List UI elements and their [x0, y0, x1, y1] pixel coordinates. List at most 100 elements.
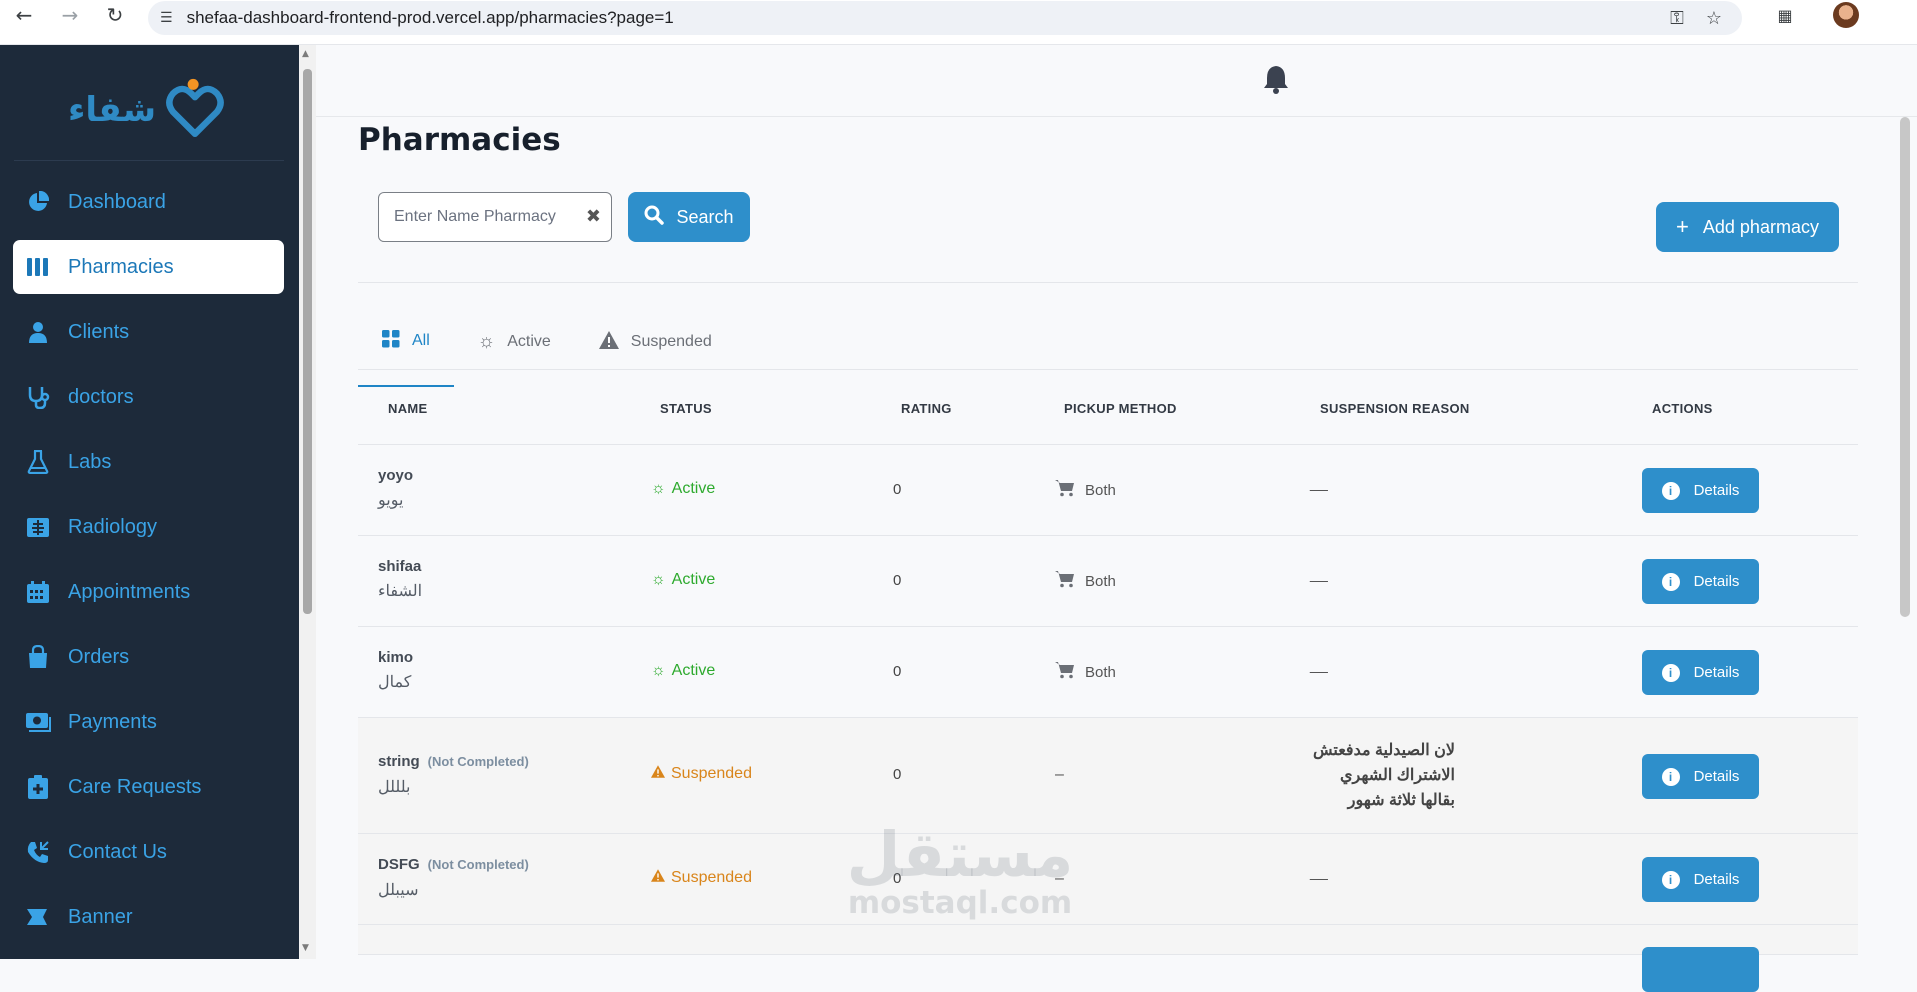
tab-label: Suspended — [630, 333, 712, 350]
sidebar-item-label: Radiology — [68, 515, 157, 538]
status-label: Suspended — [671, 869, 752, 886]
page-scrollbar[interactable]: ▲ ▼ — [299, 45, 316, 959]
search-input[interactable] — [394, 208, 574, 226]
info-icon: i — [1661, 572, 1680, 591]
bell-icon[interactable] — [1263, 64, 1289, 98]
sidebar-item-label: Dashboard — [68, 190, 166, 213]
content-scrollbar[interactable] — [1900, 117, 1910, 617]
suspension-reason: __ — [1310, 864, 1328, 881]
header-rating: RATING — [901, 400, 952, 416]
scroll-thumb[interactable] — [303, 69, 312, 614]
details-label: Details — [1693, 768, 1740, 785]
sidebar-item-banner[interactable]: Banner — [13, 890, 284, 944]
details-button[interactable]: i Details — [1642, 754, 1759, 799]
status-badge: ☼ Active — [651, 571, 715, 589]
shopping-bag-icon — [25, 644, 51, 670]
extensions-icon[interactable]: ▦ — [1765, 0, 1805, 30]
browser-toolbar: ← → ↻ ☰ shefaa-dashboard-frontend-prod.v… — [0, 0, 1917, 45]
details-button[interactable]: i Details — [1642, 468, 1759, 513]
status-badge: Suspended — [651, 765, 752, 783]
sidebar-item-label: Care Requests — [68, 775, 202, 798]
sidebar-item-doctors[interactable]: doctors — [13, 370, 284, 424]
pharmacy-name-ar: يويو — [378, 492, 404, 509]
rating-value: 0 — [893, 572, 902, 589]
header-suspension-reason: SUSPENSION REASON — [1320, 400, 1470, 416]
user-icon — [25, 319, 51, 345]
pharmacies-table: NAME STATUS RATING PICKUP METHOD SUSPENS… — [358, 372, 1858, 992]
pickup-label: Both — [1085, 572, 1116, 590]
scroll-down-icon[interactable]: ▼ — [302, 943, 309, 953]
sidebar-item-clients[interactable]: Clients — [13, 305, 284, 359]
forward-icon[interactable]: → — [50, 0, 90, 35]
cart-icon — [1055, 661, 1075, 683]
site-settings-icon[interactable]: ☰ — [160, 10, 173, 26]
logo[interactable]: شفاء — [68, 75, 228, 145]
info-icon: i — [1661, 767, 1680, 786]
sidebar-item-label: doctors — [68, 385, 134, 408]
rating-value: 0 — [893, 481, 902, 498]
info-icon: i — [1661, 870, 1680, 889]
sidebar-item-care-requests[interactable]: Care Requests — [13, 760, 284, 814]
add-pharmacy-button[interactable]: + Add pharmacy — [1656, 202, 1839, 252]
sidebar-item-label: Orders — [68, 645, 130, 668]
details-button[interactable] — [1642, 947, 1759, 992]
details-button[interactable]: i Details — [1642, 559, 1759, 604]
reload-icon[interactable]: ↻ — [95, 0, 135, 35]
logo-divider — [14, 160, 284, 161]
sidebar-item-label: Banner — [68, 905, 133, 928]
table-header: NAME STATUS RATING PICKUP METHOD SUSPENS… — [358, 372, 1858, 445]
suspension-reason: __ — [1310, 475, 1328, 492]
table-row: DSFG (Not Completed) سيبلل Suspended 0 – … — [358, 834, 1858, 925]
pharmacy-name-en: DSFG — [378, 856, 420, 873]
tab-label: All — [412, 332, 430, 349]
details-label: Details — [1693, 482, 1740, 499]
table-row: yoyo يويو ☼ Active 0 Both __ i Details — [358, 445, 1858, 536]
search-icon — [644, 205, 665, 230]
star-icon[interactable]: ☆ — [1706, 8, 1722, 29]
sidebar: شفاء Dashboard Pharmacies Clients doctor… — [0, 45, 299, 959]
status-badge: Suspended — [651, 869, 752, 887]
sun-icon: ☼ — [651, 480, 666, 497]
warning-icon — [651, 869, 665, 887]
suspension-reason: __ — [1310, 657, 1328, 674]
clear-icon[interactable]: ✖ — [586, 206, 601, 227]
sidebar-item-labs[interactable]: Labs — [13, 435, 284, 489]
not-completed-note: (Not Completed) — [427, 754, 529, 769]
sidebar-item-appointments[interactable]: Appointments — [13, 565, 284, 619]
key-icon[interactable]: ⚿ — [1670, 8, 1684, 29]
name-cell: string (Not Completed) بلللل — [378, 753, 529, 797]
pickup-method: Both — [1055, 661, 1116, 683]
address-bar[interactable]: ☰ shefaa-dashboard-frontend-prod.vercel.… — [148, 1, 1742, 35]
sidebar-item-label: Pharmacies — [68, 255, 174, 278]
suspension-reason: لان الصيدلية مدفعتش الاشتراك الشهري بقال… — [1312, 742, 1455, 809]
name-cell: shifaa الشفاء — [378, 558, 422, 601]
search-field[interactable]: ✖ — [378, 192, 612, 242]
sidebar-item-orders[interactable]: Orders — [13, 630, 284, 684]
search-button[interactable]: Search — [628, 192, 750, 242]
scroll-up-icon[interactable]: ▲ — [302, 49, 309, 59]
sidebar-item-pharmacies[interactable]: Pharmacies — [13, 240, 284, 294]
rating-value: 0 — [893, 663, 902, 680]
suspension-reason: __ — [1310, 566, 1328, 583]
sidebar-item-label: Clients — [68, 320, 130, 343]
sidebar-menu: Dashboard Pharmacies Clients doctors Lab… — [13, 175, 284, 955]
sidebar-item-dashboard[interactable]: Dashboard — [13, 175, 284, 229]
details-button[interactable]: i Details — [1642, 857, 1759, 902]
plus-icon: + — [1676, 214, 1689, 239]
pickup-method: Both — [1055, 479, 1116, 501]
medical-kit-icon — [25, 774, 51, 800]
sidebar-item-payments[interactable]: Payments — [13, 695, 284, 749]
sidebar-item-contact-us[interactable]: Contact Us — [13, 825, 284, 879]
pickup-label: Both — [1085, 481, 1116, 499]
watermark: مستقل mostaql.com — [840, 824, 1080, 922]
tab-label: Active — [507, 333, 551, 350]
profile-avatar[interactable] — [1833, 2, 1859, 28]
topbar — [316, 45, 1917, 117]
sidebar-item-radiology[interactable]: Radiology — [13, 500, 284, 554]
flag-icon — [25, 904, 51, 930]
pharmacy-name-en: shifaa — [378, 558, 422, 575]
details-button[interactable]: i Details — [1642, 650, 1759, 695]
header-actions: ACTIONS — [1652, 400, 1713, 416]
pharmacy-name-en: yoyo — [378, 467, 414, 484]
back-icon[interactable]: ← — [4, 0, 44, 35]
